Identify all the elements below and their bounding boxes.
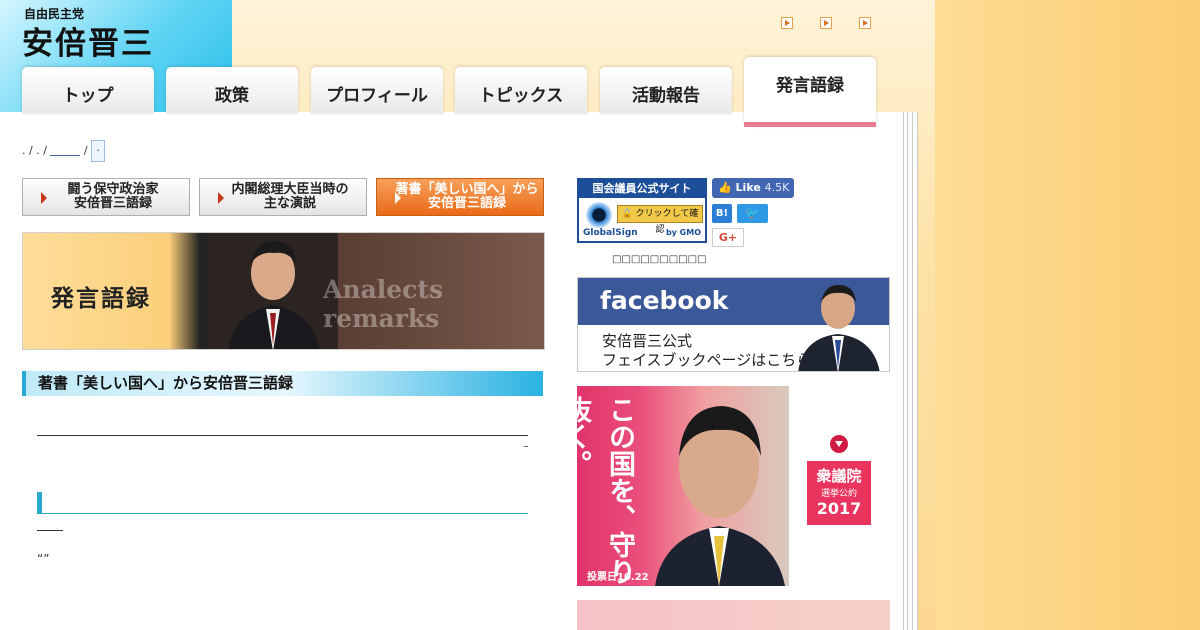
font-size-medium-button[interactable]	[820, 17, 832, 29]
pledge-subtitle: 選挙公約	[820, 489, 857, 499]
campaign-poster: この国を、守り抜く。 投票日10.22	[577, 386, 789, 586]
tab-policy[interactable]: 政策	[166, 67, 298, 114]
google-plus-button[interactable]: G+	[712, 228, 744, 247]
globalsign-site-seal[interactable]: 国会議員公式サイト 🔒 クリックして確認 GlobalSign by GMO	[577, 178, 707, 243]
twitter-share-button[interactable]: 🐦	[737, 204, 768, 223]
subnav-label: 内閣総理大臣当時の	[231, 182, 349, 197]
seal-brand-name: GlobalSign	[583, 228, 638, 238]
pledge-badge: 衆議院 選挙公約 2017	[807, 461, 871, 525]
breadcrumb-link[interactable]	[50, 146, 81, 156]
like-label: Like	[735, 181, 761, 194]
eye-icon	[586, 202, 612, 228]
breadcrumb-separator: . / . /	[22, 144, 47, 157]
divider	[524, 446, 528, 447]
twitter-bird-icon: 🐦	[745, 206, 760, 220]
facebook-banner-line2: フェイスブックページはこちら	[602, 351, 812, 369]
campaign-slogan: この国を、守り抜く。	[577, 396, 635, 585]
divider	[37, 435, 528, 436]
portrait-photo	[798, 284, 880, 371]
seal-caption: □□□□□□□□□□	[612, 254, 707, 265]
font-size-small-button[interactable]	[781, 17, 793, 29]
seal-brand: GlobalSign by GMO	[583, 228, 701, 238]
election-pledge-banner[interactable]: この国を、守り抜く。 投票日10.22 衆議院 選挙公約 2017	[577, 386, 890, 586]
thumbs-up-icon: 👍	[718, 181, 732, 194]
portrait-photo	[655, 406, 785, 586]
seal-title: 国会議員公式サイト	[579, 180, 705, 198]
facebook-like-button[interactable]: 👍 Like 4.5K	[712, 178, 794, 198]
subsection-heading	[37, 492, 528, 514]
portrait-photo	[208, 233, 338, 349]
facebook-page-banner[interactable]: facebook 安倍晋三公式 フェイスブックページはこちら	[577, 277, 890, 372]
like-count: 4.5K	[764, 181, 790, 194]
breadcrumb-separator: /	[83, 144, 88, 157]
quote-text: “”	[37, 552, 50, 566]
pledge-title: 衆議院	[816, 467, 862, 485]
tab-activity-report[interactable]: 活動報告	[600, 67, 732, 114]
hatena-bookmark-button[interactable]: B!	[712, 204, 732, 223]
subnav-label: 著書「美しい国へ」から	[395, 182, 539, 197]
subnav-label: 安倍晋三語録	[427, 196, 506, 211]
sidebar-banner[interactable]	[577, 600, 890, 630]
down-arrow-icon	[830, 435, 848, 453]
subnav-label: 安倍晋三語録	[73, 196, 152, 211]
page-background-right	[935, 0, 1200, 630]
divider	[37, 530, 63, 531]
play-arrow-icon	[395, 192, 401, 204]
hero-banner: 発言語録 Analects remarks	[22, 232, 545, 350]
subnav-label: 主な演説	[263, 196, 316, 211]
subnav-beautiful-country-button[interactable]: 著書「美しい国へ」から 安倍晋三語録	[376, 178, 544, 216]
tab-topics[interactable]: トピックス	[455, 67, 587, 114]
breadcrumb-current: .	[91, 140, 106, 162]
tab-remarks[interactable]: 発言語録	[744, 57, 876, 127]
play-arrow-icon	[218, 192, 224, 204]
hero-subtitle: Analects remarks	[323, 275, 444, 333]
subnav-label: 闘う保守政治家	[67, 182, 159, 197]
font-size-large-button[interactable]	[859, 17, 871, 29]
pledge-year: 2017	[816, 499, 862, 518]
tab-top[interactable]: トップ	[22, 67, 154, 114]
subnav-pm-speeches-button[interactable]: 内閣総理大臣当時の 主な演説	[199, 178, 367, 216]
breadcrumb: . / . / / .	[22, 140, 106, 162]
tab-profile[interactable]: プロフィール	[311, 67, 443, 114]
subnav-conservative-remarks-button[interactable]: 闘う保守政治家 安倍晋三語録	[22, 178, 190, 216]
facebook-banner-line1: 安倍晋三公式	[602, 332, 693, 350]
lock-icon: 🔒	[621, 209, 633, 219]
play-arrow-icon	[41, 192, 47, 204]
election-date: 投票日10.22	[587, 572, 649, 583]
seal-verify-button[interactable]: 🔒 クリックして確認	[617, 205, 703, 235]
section-heading: 著書「美しい国へ」から安倍晋三語録	[22, 371, 543, 396]
site-title: 安倍晋三	[22, 26, 154, 62]
seal-brand-by: by GMO	[665, 228, 701, 237]
hero-title: 発言語録	[51, 285, 151, 312]
